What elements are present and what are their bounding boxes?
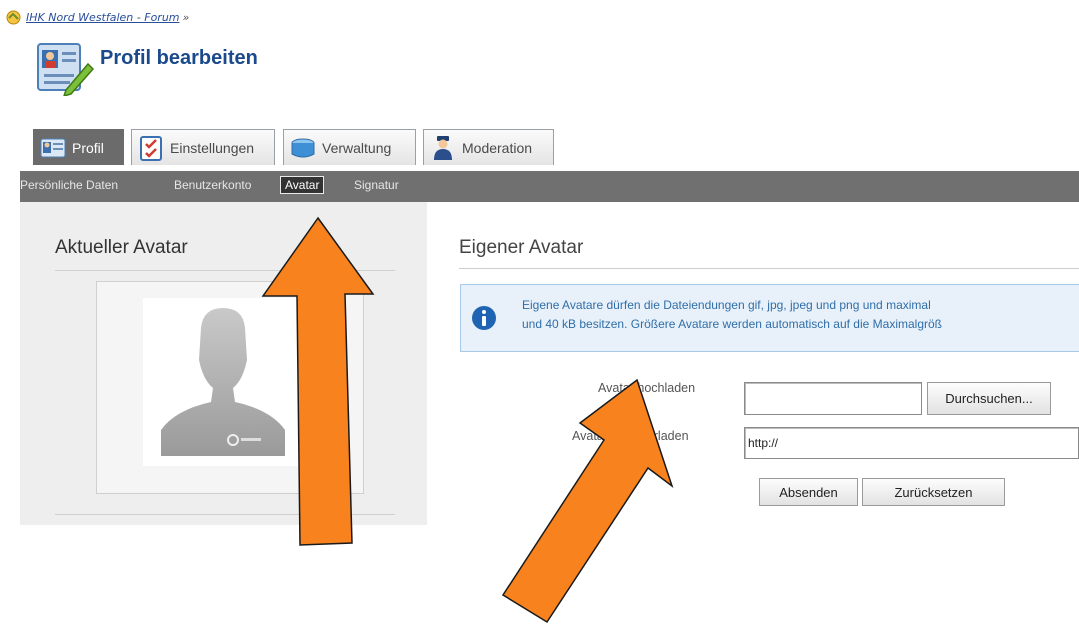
annotation-arrow-up — [261, 216, 375, 546]
annotation-arrows — [261, 216, 674, 624]
annotation-arrow-diagonal — [501, 378, 674, 624]
